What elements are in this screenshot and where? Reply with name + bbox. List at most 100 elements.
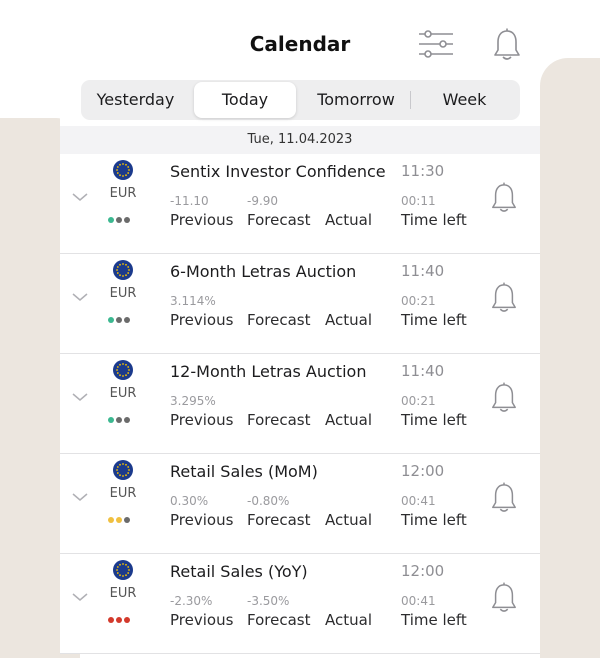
time-left-label: Time left xyxy=(401,411,467,429)
flag-star xyxy=(127,466,130,468)
flag-star xyxy=(127,172,130,174)
currency-code: EUR xyxy=(109,586,137,601)
event-name: Sentix Investor Confidence xyxy=(170,162,386,181)
currency-code: EUR xyxy=(109,186,137,201)
tab-today[interactable]: Today xyxy=(194,82,296,118)
flag-star xyxy=(127,166,130,168)
flag-star xyxy=(119,474,121,477)
flag-star xyxy=(116,169,118,171)
chevron-down-icon xyxy=(72,593,88,601)
expand-button[interactable] xyxy=(72,588,88,601)
sliders-icon xyxy=(419,30,453,58)
background-shape-right xyxy=(540,58,600,658)
flag-star xyxy=(127,472,130,474)
expand-button[interactable] xyxy=(72,388,88,401)
flag-star xyxy=(128,269,130,271)
set-alert-button[interactable] xyxy=(490,282,518,314)
flag-star xyxy=(122,563,124,565)
event-row[interactable]: EUR Retail Sales (YoY) -2.30% -3.50% Pre… xyxy=(60,554,540,654)
importance-dot xyxy=(108,517,114,523)
previous-value: -11.10 xyxy=(170,194,209,208)
flag-star xyxy=(128,169,130,171)
flag-star xyxy=(122,363,124,365)
flag-star xyxy=(116,472,119,474)
forecast-value: -9.90 xyxy=(247,194,279,208)
forecast-value: -0.80% xyxy=(247,494,290,508)
tab-week[interactable]: Week xyxy=(411,82,518,118)
event-name: 6-Month Letras Auction xyxy=(170,262,357,281)
importance-dot xyxy=(108,617,114,623)
actual-label: Actual xyxy=(325,611,372,629)
eu-flag-svg xyxy=(113,560,133,580)
event-row[interactable]: EUR 6-Month Letras Auction 3.114% Previo… xyxy=(60,254,540,354)
flag-star xyxy=(128,469,130,471)
chevron-down-icon xyxy=(72,393,88,401)
set-alert-button[interactable] xyxy=(490,182,518,214)
previous-label: Previous xyxy=(170,511,234,529)
chevron-down-icon xyxy=(72,193,88,201)
event-row[interactable]: EUR 12-Month Letras Auction 3.295% Previ… xyxy=(60,354,540,454)
forecast-label: Forecast xyxy=(247,211,311,229)
expand-button[interactable] xyxy=(72,488,88,501)
flag-star xyxy=(125,463,127,466)
flag-star xyxy=(127,272,130,274)
importance-dot xyxy=(108,217,114,223)
flag-star xyxy=(119,163,121,166)
bell-icon xyxy=(492,282,516,312)
flag-star xyxy=(122,575,124,577)
set-alert-button[interactable] xyxy=(490,382,518,414)
flag-star xyxy=(116,572,119,574)
flag-star xyxy=(116,466,119,468)
importance-indicator xyxy=(108,617,132,625)
currency-code: EUR xyxy=(109,386,137,401)
importance-indicator xyxy=(108,417,132,425)
time-left-value: 00:21 xyxy=(401,294,436,308)
previous-value: 3.114% xyxy=(170,294,216,308)
flag-star xyxy=(127,366,130,368)
importance-dot xyxy=(116,417,122,423)
importance-dot xyxy=(108,317,114,323)
flag-star xyxy=(119,463,121,466)
flag-star xyxy=(122,475,124,477)
importance-dot xyxy=(124,217,130,223)
event-row[interactable]: EUR Retail Sales (MoM) 0.30% -0.80% Prev… xyxy=(60,454,540,554)
time-left-value: 00:41 xyxy=(401,494,436,508)
eu-flag-icon xyxy=(113,160,133,180)
chevron-down-icon xyxy=(72,493,88,501)
flag-star xyxy=(125,374,127,377)
flag-star xyxy=(116,266,119,268)
event-time: 11:40 xyxy=(401,262,445,280)
currency-code: EUR xyxy=(109,486,137,501)
event-time: 11:40 xyxy=(401,362,445,380)
expand-button[interactable] xyxy=(72,188,88,201)
date-header: Tue, 11.04.2023 xyxy=(60,126,540,154)
event-name: 12-Month Letras Auction xyxy=(170,362,367,381)
tab-yesterday[interactable]: Yesterday xyxy=(83,82,188,118)
flag-star xyxy=(125,363,127,366)
forecast-label: Forecast xyxy=(247,311,311,329)
eu-flag-svg xyxy=(113,160,133,180)
flag-star xyxy=(122,275,124,277)
flag-star xyxy=(119,274,121,277)
flag-star xyxy=(125,163,127,166)
flag-star xyxy=(116,269,118,271)
previous-label: Previous xyxy=(170,211,234,229)
flag-star xyxy=(116,569,118,571)
expand-button[interactable] xyxy=(72,288,88,301)
set-alert-button[interactable] xyxy=(490,482,518,514)
bell-icon xyxy=(492,582,516,612)
flag-star xyxy=(125,563,127,566)
importance-indicator xyxy=(108,517,132,525)
filter-button[interactable] xyxy=(418,28,454,60)
importance-dot xyxy=(124,617,130,623)
flag-star xyxy=(116,369,118,371)
bell-icon xyxy=(494,28,520,60)
chevron-down-icon xyxy=(72,293,88,301)
set-alert-button[interactable] xyxy=(490,582,518,614)
bell-icon xyxy=(492,482,516,512)
event-time: 11:30 xyxy=(401,162,445,180)
tab-tomorrow[interactable]: Tomorrow xyxy=(302,82,410,118)
event-row[interactable]: EUR Sentix Investor Confidence -11.10 -9… xyxy=(60,154,540,254)
notifications-button[interactable] xyxy=(492,28,522,62)
importance-dot xyxy=(116,617,122,623)
